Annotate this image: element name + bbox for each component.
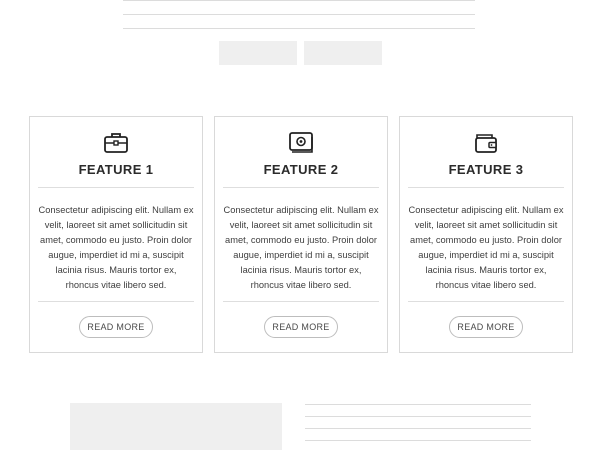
read-more-button[interactable]: READ MORE (449, 316, 523, 338)
feature-description: Consectetur adipiscing elit. Nullam ex v… (408, 205, 564, 290)
read-more-button[interactable]: READ MORE (79, 316, 153, 338)
feature-divider-top (408, 187, 564, 188)
feature-divider-bottom (223, 301, 379, 302)
read-more-button[interactable]: READ MORE (264, 316, 338, 338)
money-icon (289, 132, 313, 153)
feature-title: FEATURE 3 (448, 162, 524, 177)
feature-divider-top (38, 187, 194, 188)
top-placeholder-button-right[interactable] (304, 41, 382, 65)
wallet-icon (475, 134, 497, 153)
bottom-placeholder-image (70, 403, 282, 450)
feature-card-1: FEATURE 1 Consectetur adipiscing elit. N… (29, 116, 203, 353)
feature-card-3: FEATURE 3 Consectetur adipiscing elit. N… (399, 116, 573, 353)
bottom-placeholder-line-4 (305, 440, 531, 441)
briefcase-icon (104, 133, 128, 153)
feature-divider-bottom (38, 301, 194, 302)
feature-title: FEATURE 2 (263, 162, 339, 177)
bottom-placeholder-line-3 (305, 428, 531, 429)
top-placeholder-line-1 (123, 0, 475, 1)
feature-title: FEATURE 1 (78, 162, 154, 177)
feature-divider-bottom (408, 301, 564, 302)
bottom-placeholder-line-2 (305, 416, 531, 417)
top-placeholder-line-3 (123, 28, 475, 29)
feature-divider-top (223, 187, 379, 188)
bottom-placeholder-line-1 (305, 404, 531, 405)
feature-description: Consectetur adipiscing elit. Nullam ex v… (38, 205, 194, 290)
feature-description: Consectetur adipiscing elit. Nullam ex v… (223, 205, 379, 290)
feature-card-2: FEATURE 2 Consectetur adipiscing elit. N… (214, 116, 388, 353)
top-placeholder-line-2 (123, 14, 475, 15)
top-placeholder-button-left[interactable] (219, 41, 297, 65)
